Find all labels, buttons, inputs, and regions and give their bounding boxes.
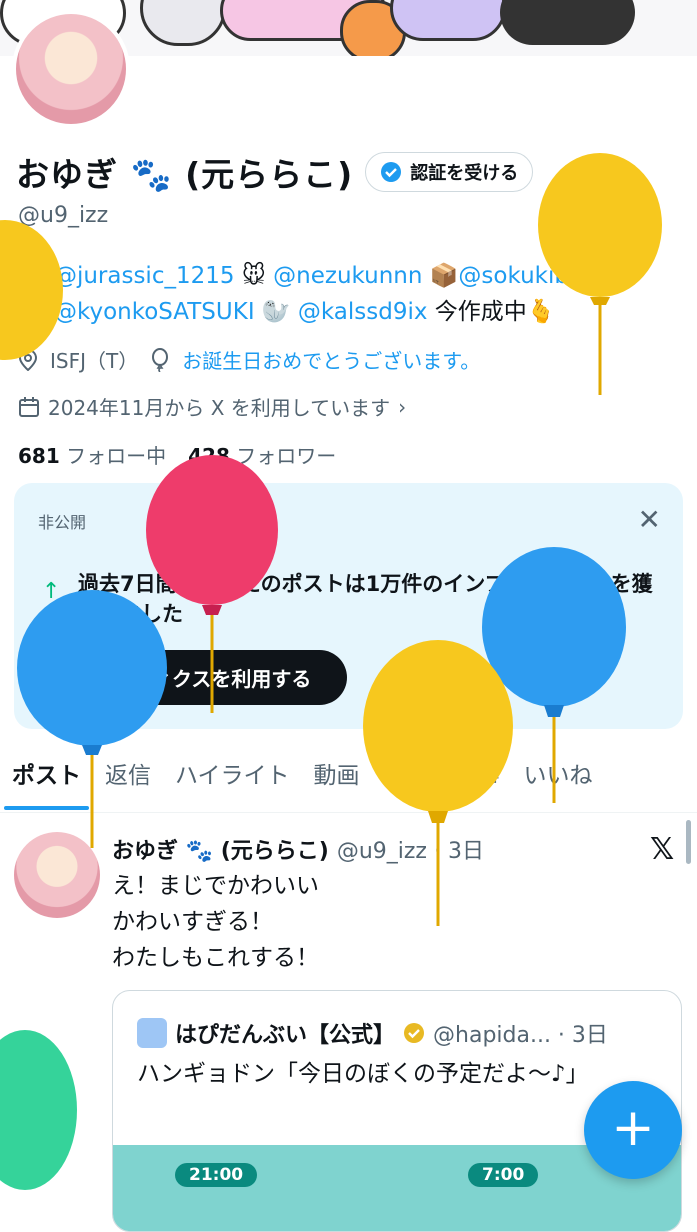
following-count: 681 xyxy=(18,444,60,468)
quote-author-name: はぴだんぶい【公式】 xyxy=(175,1023,396,1048)
banner-art xyxy=(500,0,635,45)
quote-text: ハンギョドン「今日のぼくの予定だよ〜♪」 xyxy=(137,1061,589,1087)
x-logo-icon: 𝕏 xyxy=(650,832,675,867)
profile-name-row: おゆぎ 🐾 (元ららこ) 認証を受ける xyxy=(16,150,534,194)
balloon-icon xyxy=(152,347,169,372)
quote-image-time-right: 7:00 xyxy=(468,1163,539,1187)
card-private-label: 非公開 xyxy=(38,513,87,532)
seal-emoji: 🦭 xyxy=(261,299,291,325)
compose-plus-icon[interactable]: + xyxy=(584,1081,682,1179)
balloon-yellow xyxy=(538,153,662,395)
joined-text: 2024年11月から X を利用しています xyxy=(48,396,391,420)
profile-name: おゆぎ 🐾 (元ららこ) xyxy=(16,155,354,194)
quote-image-time-left: 21:00 xyxy=(175,1163,258,1187)
profile-avatar[interactable] xyxy=(12,10,130,128)
balloon-yellow xyxy=(363,640,513,926)
get-verified-button[interactable]: 認証を受ける xyxy=(365,152,534,192)
mention-link[interactable]: @kalssd9ix xyxy=(298,299,428,325)
following-link[interactable]: 681 フォロー中 xyxy=(18,440,166,469)
close-icon[interactable]: ✕ xyxy=(638,503,661,536)
quote-meta: @hapida... · 3日 xyxy=(433,1023,608,1048)
mention-link[interactable]: @jurassic_1215 xyxy=(54,263,235,289)
profile-meta: ISFJ（T） お誕生日おめでとうございます。 xyxy=(18,345,480,374)
verified-badge-icon xyxy=(381,162,402,182)
banner-art xyxy=(140,0,226,46)
birthday-text[interactable]: お誕生日おめでとうございます。 xyxy=(182,345,480,374)
mention-link[interactable]: @kyonkoSATSUKI xyxy=(54,299,255,325)
balloon-blue xyxy=(17,590,167,848)
chevron-right-icon: › xyxy=(398,394,407,419)
mouse-emoji: 🐭 xyxy=(241,263,266,289)
quote-avatar xyxy=(137,1018,167,1048)
banner-art xyxy=(390,0,506,41)
balloon-green xyxy=(0,1030,77,1190)
tab-highlights[interactable]: ハイライト xyxy=(163,752,302,810)
joined-row[interactable]: 2024年11月から X を利用しています › xyxy=(18,392,406,421)
scrollbar[interactable] xyxy=(686,820,691,864)
box-emoji: 📦 xyxy=(429,263,459,289)
gold-verified-badge-icon xyxy=(404,1023,425,1043)
quote-header: はぴだんぶい【公式】 @hapida... · 3日 xyxy=(137,1017,608,1049)
mention-link[interactable]: @nezukunnn xyxy=(273,263,422,289)
get-verified-label: 認証を受ける xyxy=(410,163,519,184)
balloon-yellow xyxy=(0,220,63,360)
